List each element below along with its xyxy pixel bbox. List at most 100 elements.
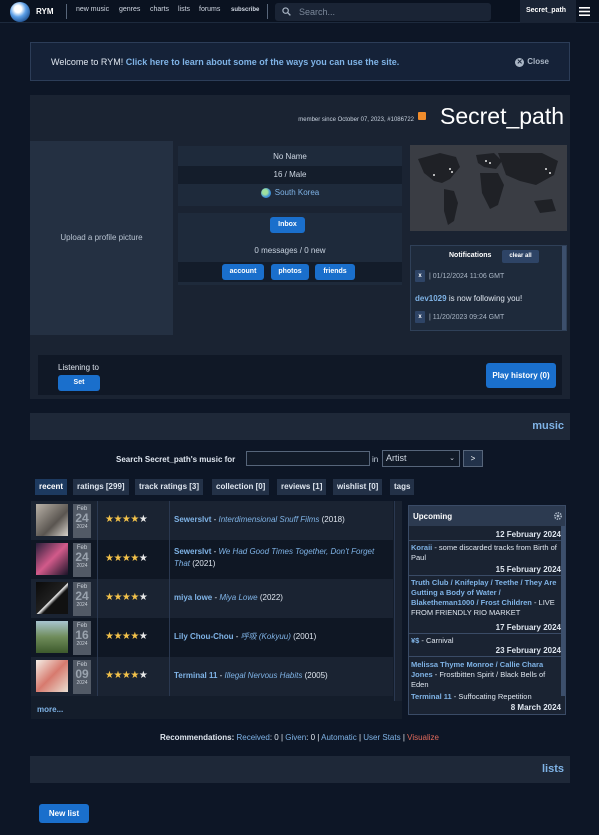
star-rating: ★★★★★ [105, 631, 148, 642]
album-link[interactable]: Interdimensional Snuff Films [218, 515, 319, 524]
music-search-type-value[interactable]: Artist [386, 453, 407, 463]
tab-ratings[interactable]: ratings [299] [73, 479, 129, 495]
album-cover[interactable] [36, 504, 68, 536]
dismiss-notification-button[interactable]: x [415, 270, 425, 282]
artist-link[interactable]: Lily Chou-Chou [174, 632, 234, 641]
search-input[interactable] [299, 5, 479, 19]
upcoming-item[interactable]: Terminal 11 - Suffocating Repetition [411, 692, 561, 702]
nav-link-new-music[interactable]: new music [76, 6, 109, 13]
chevron-down-icon[interactable]: ⌄ [449, 451, 455, 466]
play-history-button[interactable]: Play history (0) [486, 363, 556, 388]
artist-link[interactable]: miya lowe [174, 593, 212, 602]
recs-received-link[interactable]: Received [236, 733, 269, 742]
friends-button[interactable]: friends [315, 264, 355, 280]
nav-link-charts[interactable]: charts [150, 6, 169, 13]
profile-name: No Name [273, 152, 307, 161]
visualize-link[interactable]: Visualize [407, 733, 439, 742]
notifications-scrollbar[interactable] [562, 246, 566, 330]
more-ratings-link[interactable]: more... [37, 705, 63, 714]
music-search-in-label: in [372, 455, 379, 464]
upcoming-artist[interactable]: Koraii [411, 543, 432, 552]
member-since: member since October 07, 2023, #1086722 [298, 117, 414, 123]
album-cover[interactable] [36, 660, 68, 692]
row-divider [169, 579, 170, 618]
close-label[interactable]: Close [527, 57, 549, 66]
album-cover[interactable] [36, 621, 68, 653]
tab-collection[interactable]: collection [0] [212, 479, 270, 495]
upcoming-item[interactable]: Melissa Thyme Monroe / Callie Chara Jone… [411, 660, 561, 690]
welcome-message: Welcome to RYM! Click here to learn abou… [51, 57, 399, 67]
tab-recent[interactable]: recent [35, 479, 68, 495]
upcoming-date: 23 February 2024 [495, 646, 561, 655]
album-cover[interactable] [36, 582, 68, 614]
search-icon[interactable] [282, 7, 291, 16]
artist-link[interactable]: Terminal 11 [174, 671, 217, 680]
nav-link-forums[interactable]: forums [199, 6, 220, 13]
hamburger-menu-icon[interactable] [579, 6, 590, 17]
top-navigation-bar: RYM new music genres charts lists forums… [0, 0, 599, 23]
upcoming-date: 12 February 2024 [495, 530, 561, 539]
album-link[interactable]: Miya Lowe [219, 593, 257, 602]
artist-link[interactable]: Sewerslvt [174, 547, 211, 556]
clear-all-button[interactable]: clear all [502, 250, 539, 263]
upcoming-divider [409, 633, 565, 634]
set-listening-button[interactable]: Set [58, 375, 100, 391]
user-stats-link[interactable]: User Stats [363, 733, 400, 742]
upcoming-artist[interactable]: Terminal 11 [411, 692, 452, 701]
user-name[interactable]: Secret_path [526, 7, 566, 14]
notification-user-link[interactable]: dev1029 [415, 294, 447, 303]
nav-link-lists[interactable]: lists [178, 6, 190, 13]
music-search-type-select[interactable]: Artist ⌄ [382, 450, 460, 467]
upcoming-release[interactable]: - Carnival [419, 636, 453, 645]
account-button[interactable]: account [222, 264, 264, 280]
photos-button[interactable]: photos [271, 264, 309, 280]
tab-tags[interactable]: tags [390, 479, 415, 495]
row-divider [169, 657, 170, 696]
close-icon[interactable]: ✕ [515, 58, 525, 67]
recs-automatic-link[interactable]: Automatic [321, 733, 357, 742]
music-search-input[interactable] [246, 451, 370, 466]
profile-picture-placeholder[interactable]: Upload a profile picture [30, 141, 173, 335]
close-banner-button[interactable]: ✕ Close [515, 57, 549, 67]
inbox-button[interactable]: Inbox [270, 217, 305, 233]
upcoming-scrollbar[interactable] [561, 526, 565, 696]
upcoming-date: 15 February 2024 [495, 565, 561, 574]
upcoming-releases-panel: Upcoming 12 February 2024 Koraii - some … [408, 505, 566, 715]
upload-picture-link[interactable]: Upload a profile picture [30, 233, 173, 242]
ratings-scrollbar[interactable] [394, 501, 402, 701]
rss-icon[interactable] [418, 112, 426, 120]
search-bar[interactable] [275, 3, 491, 21]
dismiss-notification-button[interactable]: x [415, 311, 425, 323]
new-list-button[interactable]: New list [39, 804, 89, 823]
rating-day: 09 [75, 667, 89, 681]
brand-name[interactable]: RYM [36, 7, 53, 16]
user-menu[interactable]: Secret_path [520, 0, 576, 23]
empty-star-icon: ★ [138, 670, 148, 681]
album-link[interactable]: Illegal Nervous Habits [225, 671, 303, 680]
profile-country[interactable]: South Korea [275, 188, 319, 197]
nav-link-genres[interactable]: genres [119, 6, 140, 13]
upcoming-release[interactable]: - some discarded tracks from Birth of Pa… [411, 543, 557, 562]
welcome-help-link[interactable]: Click here to learn about some of the wa… [126, 57, 400, 67]
music-search-submit-button[interactable]: > [463, 450, 483, 467]
release-info: Terminal 11 - Illegal Nervous Habits (20… [174, 671, 328, 680]
album-cover[interactable] [36, 543, 68, 575]
gear-icon[interactable] [553, 511, 563, 521]
notification-date: | 01/12/2024 11:06 GMT [429, 273, 505, 280]
tab-track-ratings[interactable]: track ratings [3] [135, 479, 204, 495]
recs-given-link[interactable]: Given [285, 733, 306, 742]
artist-link[interactable]: Sewerslvt [174, 515, 211, 524]
album-link[interactable]: 呼吸 (Kokyuu) [241, 632, 291, 641]
welcome-prefix: Welcome to RYM! [51, 57, 124, 67]
nav-divider [66, 4, 67, 19]
recs-given-count: : 0 | [306, 733, 322, 742]
upcoming-release[interactable]: - Suffocating Repetition [452, 692, 532, 701]
tab-wishlist[interactable]: wishlist [0] [333, 479, 383, 495]
rym-logo-icon[interactable] [10, 2, 30, 22]
nav-link-subscribe[interactable]: subscribe [231, 7, 259, 13]
tab-reviews[interactable]: reviews [1] [277, 479, 327, 495]
upcoming-item[interactable]: Koraii - some discarded tracks from Birt… [411, 543, 561, 563]
upcoming-item[interactable]: ¥$ - Carnival [411, 636, 561, 646]
message-count: 0 messages / 0 new [254, 246, 326, 255]
upcoming-item[interactable]: Truth Club / Knifeplay / Teethe / They A… [411, 578, 561, 618]
